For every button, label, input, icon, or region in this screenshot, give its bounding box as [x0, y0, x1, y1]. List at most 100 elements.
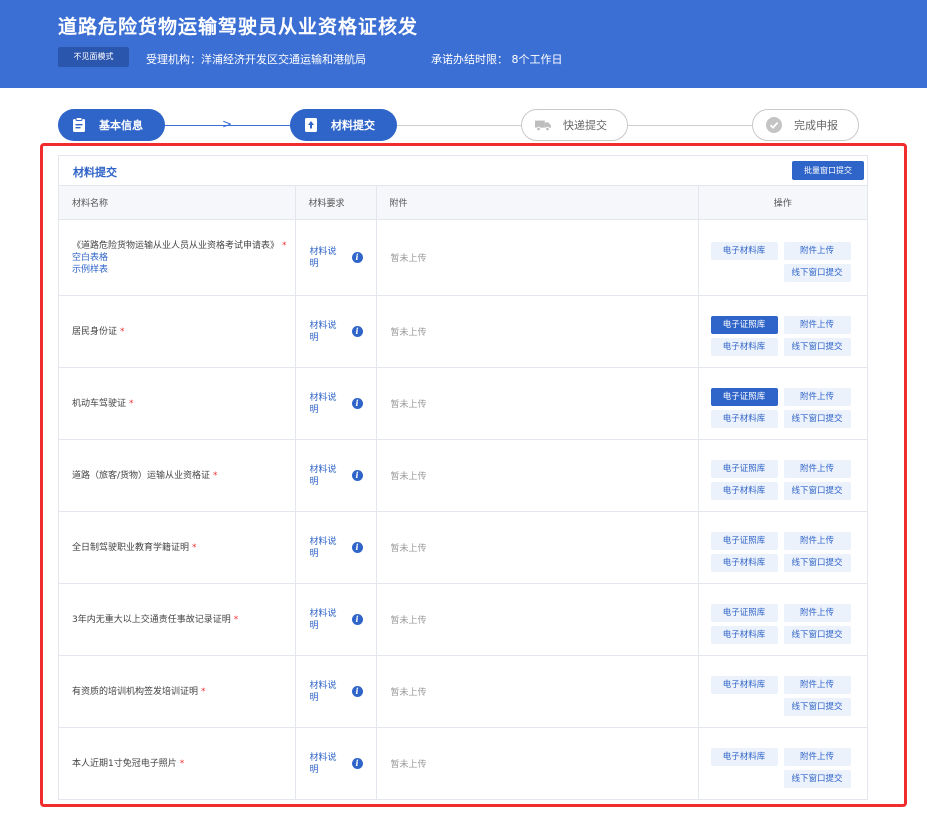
offline-window-submit-button[interactable]: 线下窗口提交 [783, 770, 851, 788]
operation-cell: 电子证照库 附件上传 电子材料库 线下窗口提交 [698, 295, 867, 368]
e-material-library-button[interactable]: 电子材料库 [710, 626, 778, 644]
material-name-cell: 机动车驾驶证 * [59, 367, 296, 440]
attachment-cell: 暂未上传 [376, 295, 699, 368]
material-description-link[interactable]: 材料说明 [310, 392, 340, 416]
material-name: 机动车驾驶证 [72, 398, 127, 409]
deadline-label: 承诺办结时限： 8个工作日 [431, 53, 563, 66]
material-name-cell: 有资质的培训机构签发培训证明 * [59, 655, 296, 728]
requirement-cell: 材料说明 i [295, 583, 377, 656]
required-mark: * [120, 326, 125, 337]
table-row: 道路（旅客/货物）运输从业资格证 * 材料说明 i 暂未上传 电子证照库 附件上传 电子材料库… [59, 439, 867, 512]
requirement-cell: 材料说明 i [295, 655, 377, 728]
material-description-link[interactable]: 材料说明 [310, 608, 340, 632]
offline-window-submit-button[interactable]: 线下窗口提交 [783, 264, 851, 282]
material-name: 《道路危险货物运输从业人员从业资格考试申请表》 [72, 240, 280, 251]
material-name-cell: 《道路危险货物运输从业人员从业资格考试申请表》 * 空白表格 示例样表 [59, 219, 296, 296]
no-meeting-mode-button[interactable]: 不见面模式 [58, 47, 129, 67]
attachment-upload-button[interactable]: 附件上传 [783, 242, 851, 260]
table-header-row: 材料名称 材料要求 附件 操作 [59, 185, 867, 220]
requirement-cell: 材料说明 i [295, 439, 377, 512]
required-mark: * [129, 398, 134, 409]
requirement-cell: 材料说明 i [295, 295, 377, 368]
material-description-link[interactable]: 材料说明 [310, 752, 340, 776]
e-material-library-button[interactable]: 电子材料库 [710, 338, 778, 356]
e-license-library-button[interactable]: 电子证照库 [710, 316, 778, 334]
e-material-library-button[interactable]: 电子材料库 [710, 554, 778, 572]
attachment-cell: 暂未上传 [376, 219, 699, 296]
e-license-library-button[interactable]: 电子证照库 [710, 604, 778, 622]
clipboard-icon [71, 117, 87, 133]
attachment-upload-button[interactable]: 附件上传 [783, 388, 851, 406]
operation-cell: 电子证照库 附件上传 电子材料库 线下窗口提交 [698, 439, 867, 512]
info-icon[interactable]: i [351, 541, 363, 553]
e-license-library-button[interactable]: 电子证照库 [710, 388, 778, 406]
step-label: 完成申报 [794, 119, 838, 132]
e-material-library-button[interactable]: 电子材料库 [710, 676, 778, 694]
offline-window-submit-button[interactable]: 线下窗口提交 [783, 410, 851, 428]
offline-window-submit-button[interactable]: 线下窗口提交 [783, 698, 851, 716]
attachment-upload-button[interactable]: 附件上传 [783, 676, 851, 694]
material-description-link[interactable]: 材料说明 [310, 680, 340, 704]
step-express-submit[interactable]: 快递提交 [521, 109, 628, 141]
info-icon[interactable]: i [351, 757, 363, 769]
panel-title: 材料提交 [73, 166, 117, 179]
info-icon[interactable]: i [351, 251, 363, 263]
attachment-cell: 暂未上传 [376, 655, 699, 728]
offline-window-submit-button[interactable]: 线下窗口提交 [783, 554, 851, 572]
step-connector-3 [628, 125, 752, 126]
e-license-library-button[interactable]: 电子证照库 [710, 460, 778, 478]
required-mark: * [201, 686, 206, 697]
step-basic-info[interactable]: 基本信息 [58, 109, 165, 141]
attachment-upload-button[interactable]: 附件上传 [783, 316, 851, 334]
material-name: 居民身份证 [72, 326, 118, 337]
attachment-upload-button[interactable]: 附件上传 [783, 460, 851, 478]
operation-cell: 电子证照库 附件上传 电子材料库 线下窗口提交 [698, 511, 867, 584]
step-connector-2 [397, 125, 521, 126]
operation-cell: 电子材料库 附件上传线下窗口提交 [698, 727, 867, 800]
attachment-cell: 暂未上传 [376, 367, 699, 440]
blank-form-link[interactable]: 空白表格 [72, 252, 287, 264]
e-material-library-button[interactable]: 电子材料库 [710, 242, 778, 260]
attachment-upload-button[interactable]: 附件上传 [783, 748, 851, 766]
attachment-cell: 暂未上传 [376, 439, 699, 512]
column-header-name: 材料名称 [59, 185, 296, 220]
step-complete[interactable]: 完成申报 [752, 109, 859, 141]
material-name-cell: 居民身份证 * [59, 295, 296, 368]
material-name: 全日制驾驶职业教育学籍证明 [72, 542, 190, 553]
batch-window-submit-button[interactable]: 批量窗口提交 [792, 161, 864, 180]
attachment-upload-button[interactable]: 附件上传 [783, 532, 851, 550]
info-icon[interactable]: i [351, 469, 363, 481]
offline-window-submit-button[interactable]: 线下窗口提交 [783, 338, 851, 356]
upload-icon [303, 117, 319, 133]
requirement-cell: 材料说明 i [295, 219, 377, 296]
info-icon[interactable]: i [351, 613, 363, 625]
info-icon[interactable]: i [351, 325, 363, 337]
material-name-cell: 全日制驾驶职业教育学籍证明 * [59, 511, 296, 584]
step-label: 材料提交 [331, 119, 375, 132]
attachment-upload-button[interactable]: 附件上传 [783, 604, 851, 622]
required-mark: * [282, 240, 287, 251]
e-material-library-button[interactable]: 电子材料库 [710, 748, 778, 766]
info-icon[interactable]: i [351, 397, 363, 409]
offline-window-submit-button[interactable]: 线下窗口提交 [783, 626, 851, 644]
required-mark: * [233, 614, 239, 625]
material-description-link[interactable]: 材料说明 [310, 536, 340, 560]
material-description-link[interactable]: 材料说明 [310, 464, 340, 488]
material-name: 3年内无重大以上交通责任事故记录证明 [72, 614, 231, 625]
e-license-library-button[interactable]: 电子证照库 [710, 532, 778, 550]
step-material-submit[interactable]: 材料提交 [290, 109, 397, 141]
offline-window-submit-button[interactable]: 线下窗口提交 [783, 482, 851, 500]
material-description-link[interactable]: 材料说明 [310, 246, 340, 270]
operation-cell: 电子证照库 附件上传 电子材料库 线下窗口提交 [698, 367, 867, 440]
e-material-library-button[interactable]: 电子材料库 [710, 410, 778, 428]
info-icon[interactable]: i [351, 685, 363, 697]
e-material-library-button[interactable]: 电子材料库 [710, 482, 778, 500]
material-description-link[interactable]: 材料说明 [310, 320, 340, 344]
material-table: 材料名称 材料要求 附件 操作 《道路危险货物运输从业人员从业资格考试申请表》 *… [59, 185, 867, 800]
table-row: 《道路危险货物运输从业人员从业资格考试申请表》 * 空白表格 示例样表 材料说明 i 暂未上… [59, 219, 867, 296]
material-name-cell: 本人近期1寸免冠电子照片 * [59, 727, 296, 800]
material-panel: 材料提交 批量窗口提交 材料名称 材料要求 附件 操作 《道路危险货物运输从业人… [58, 155, 868, 800]
attachment-cell: 暂未上传 [376, 511, 699, 584]
sample-form-link[interactable]: 示例样表 [72, 264, 287, 276]
operation-cell: 电子证照库 附件上传 电子材料库 线下窗口提交 [698, 583, 867, 656]
